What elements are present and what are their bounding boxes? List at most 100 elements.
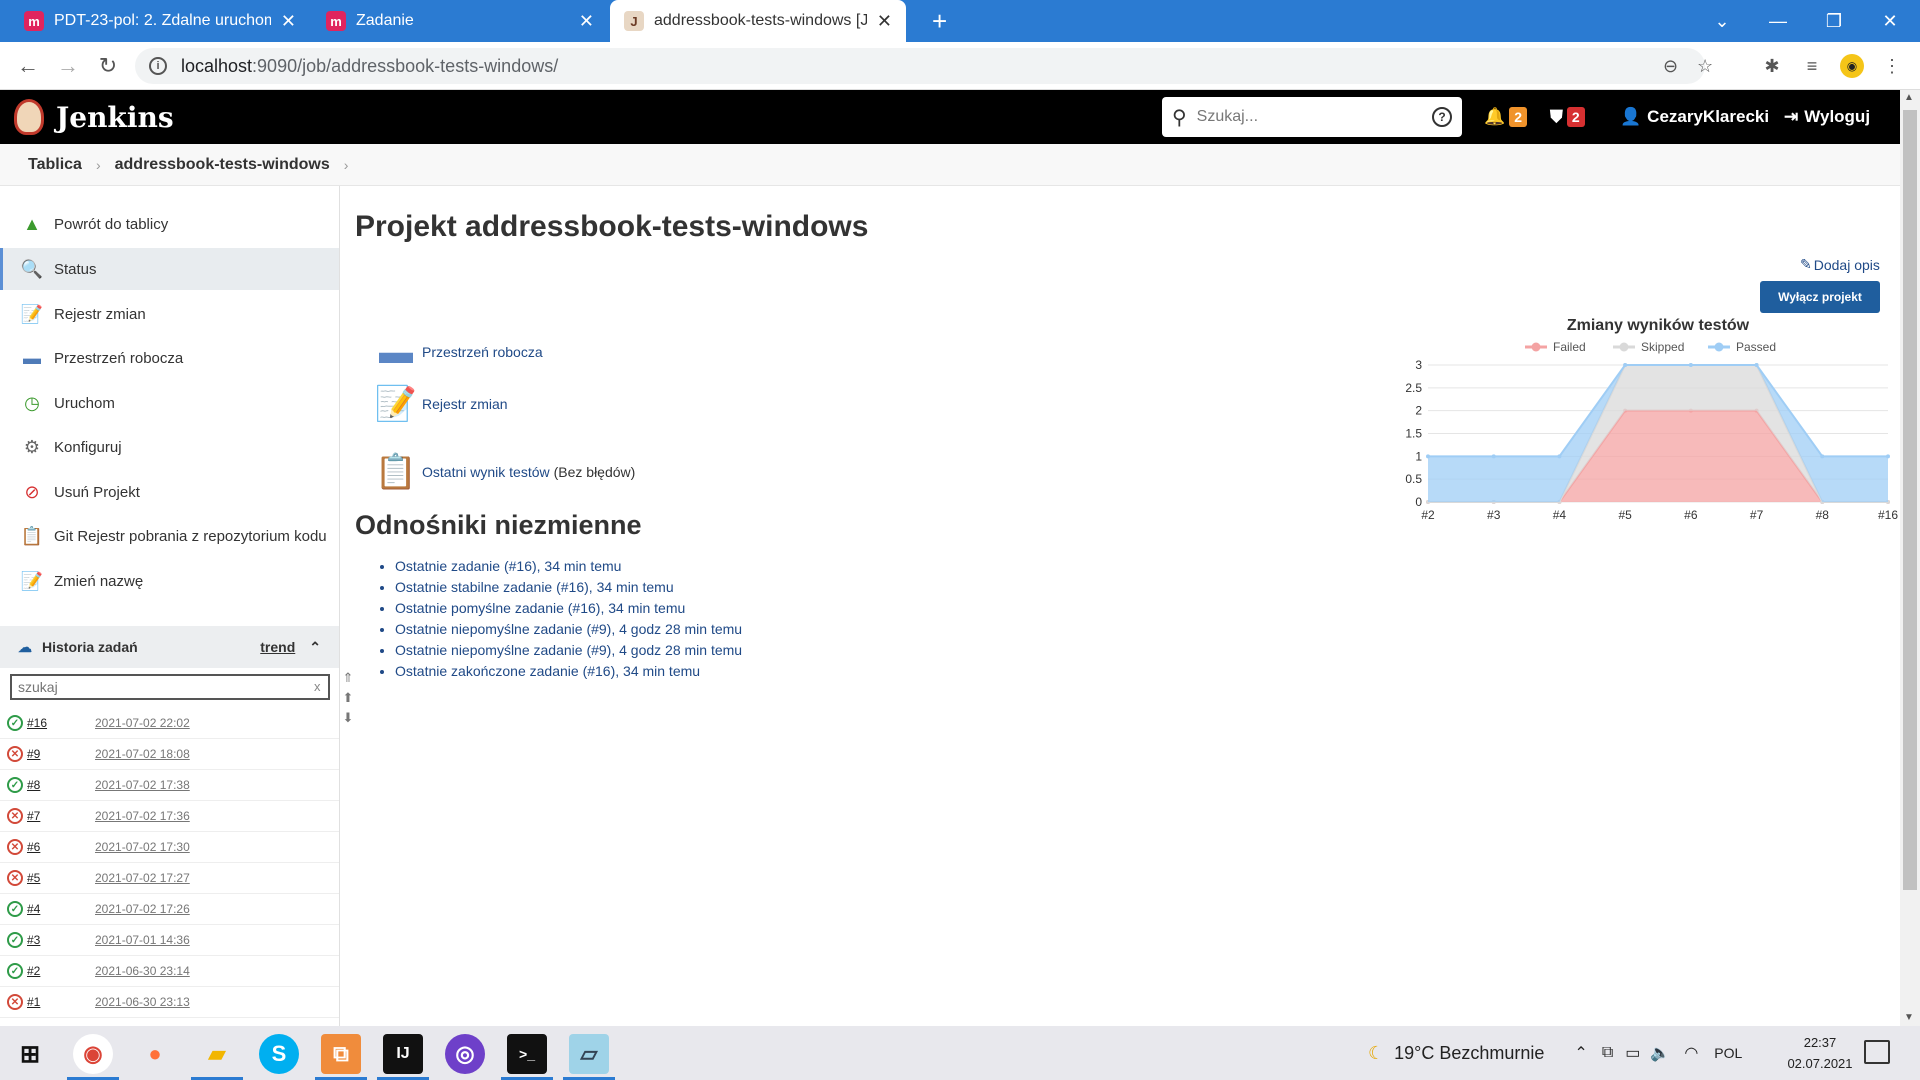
site-info-icon[interactable]: i: [149, 57, 167, 75]
build-date-link[interactable]: 2021-07-02 18:08: [95, 747, 190, 761]
url-field[interactable]: i localhost:9090/job/addressbook-tests-w…: [135, 48, 1713, 84]
permalink-last-build[interactable]: Ostatnie zadanie (#16), 34 min temu: [395, 556, 742, 577]
github-desktop-icon[interactable]: ◎: [445, 1034, 485, 1074]
scrollbar-thumb[interactable]: [1903, 110, 1917, 890]
build-date-link[interactable]: 2021-07-02 22:02: [95, 716, 190, 730]
point-passed[interactable]: [1623, 363, 1628, 367]
user-link[interactable]: 👤 CezaryKlarecki: [1620, 104, 1769, 130]
file-explorer-icon[interactable]: ▰: [197, 1034, 237, 1074]
windows-start-icon[interactable]: ⊞: [10, 1034, 50, 1074]
scroll-up-icon[interactable]: ⬆: [341, 688, 355, 708]
point-passed[interactable]: [1491, 454, 1496, 459]
task-build-now[interactable]: ◷ Uruchom: [0, 382, 339, 424]
changes-link[interactable]: 📝 Rejestr zmian: [374, 384, 508, 424]
build-number-link[interactable]: #4: [27, 902, 87, 916]
build-date-link[interactable]: 2021-06-30 23:14: [95, 964, 190, 978]
close-window-icon[interactable]: ✕: [1862, 0, 1918, 42]
build-history-search-input[interactable]: [10, 674, 330, 700]
point-passed[interactable]: [1820, 454, 1825, 459]
scroll-down-icon[interactable]: ⬇: [341, 708, 355, 728]
logout-link[interactable]: ⇥ Wyloguj: [1784, 104, 1870, 130]
reload-icon[interactable]: ↻: [94, 52, 122, 80]
forward-icon[interactable]: →: [54, 52, 82, 80]
restore-icon[interactable]: ❐: [1806, 0, 1862, 42]
browser-menu-icon[interactable]: ⋮: [1880, 54, 1904, 78]
build-row[interactable]: ✓ #2 2021-06-30 23:14: [0, 956, 339, 987]
task-workspace[interactable]: ▬ Przestrzeń robocza: [0, 337, 339, 379]
point-passed[interactable]: [1886, 454, 1890, 459]
build-row[interactable]: ✕ #7 2021-07-02 17:36: [0, 801, 339, 832]
jenkins-search-box[interactable]: ⚲ Szukaj... ?: [1162, 97, 1462, 137]
battery-icon[interactable]: ▭: [1625, 1043, 1640, 1063]
volume-icon[interactable]: 🔈: [1650, 1043, 1670, 1063]
close-tab-icon[interactable]: ✕: [877, 11, 892, 32]
build-number-link[interactable]: #5: [27, 871, 87, 885]
firefox-icon[interactable]: ●: [135, 1034, 175, 1074]
build-date-link[interactable]: 2021-07-02 17:36: [95, 809, 190, 823]
build-number-link[interactable]: #6: [27, 840, 87, 854]
skype-icon[interactable]: S: [259, 1034, 299, 1074]
security-button[interactable]: ⛊ 2: [1550, 104, 1585, 130]
trend-link[interactable]: trend: [260, 639, 295, 655]
legend-label-skipped[interactable]: Skipped: [1641, 340, 1684, 354]
browser-tab-2[interactable]: m Zadanie ✕: [312, 0, 608, 42]
extensions-icon[interactable]: ✱: [1760, 54, 1784, 78]
build-row[interactable]: ✕ #9 2021-07-02 18:08: [0, 739, 339, 770]
build-row[interactable]: ✕ #5 2021-07-02 17:27: [0, 863, 339, 894]
permalink-last-stable[interactable]: Ostatnie stabilne zadanie (#16), 34 min …: [395, 577, 742, 598]
task-rename[interactable]: 📝 Zmień nazwę: [0, 560, 339, 602]
legend-label-passed[interactable]: Passed: [1736, 340, 1776, 354]
draw-io-icon[interactable]: ⧉: [321, 1034, 361, 1074]
intellij-icon[interactable]: IJ: [383, 1034, 423, 1074]
build-row[interactable]: ✓ #4 2021-07-02 17:26: [0, 894, 339, 925]
weather-text[interactable]: 19°C Bezchmurnie: [1394, 1043, 1544, 1064]
build-row[interactable]: ✕ #6 2021-07-02 17:30: [0, 832, 339, 863]
build-row[interactable]: ✓ #8 2021-07-02 17:38: [0, 770, 339, 801]
new-tab-button[interactable]: +: [918, 0, 958, 42]
breadcrumb-job[interactable]: addressbook-tests-windows: [115, 156, 330, 174]
legend-label-failed[interactable]: Failed: [1553, 340, 1586, 354]
build-number-link[interactable]: #8: [27, 778, 87, 792]
build-number-link[interactable]: #9: [27, 747, 87, 761]
collapse-chevron-icon[interactable]: ⌃: [309, 639, 321, 656]
point-passed[interactable]: [1688, 363, 1693, 367]
task-back-to-dashboard[interactable]: ▲ Powrót do tablicy: [0, 203, 339, 245]
close-tab-icon[interactable]: ✕: [281, 11, 296, 32]
task-status[interactable]: 🔍 Status: [0, 248, 339, 290]
build-number-link[interactable]: #3: [27, 933, 87, 947]
tab-search-icon[interactable]: ⌄: [1694, 0, 1750, 42]
build-date-link[interactable]: 2021-07-02 17:38: [95, 778, 190, 792]
permalink-last-unsuccessful[interactable]: Ostatnie niepomyślne zadanie (#9), 4 god…: [395, 640, 742, 661]
input-language[interactable]: POL: [1714, 1045, 1742, 1061]
build-row[interactable]: ✕ #1 2021-06-30 23:13: [0, 987, 339, 1018]
help-icon[interactable]: ?: [1432, 107, 1452, 127]
page-scrollbar[interactable]: ▲ ▼: [1900, 90, 1920, 1026]
build-date-link[interactable]: 2021-06-30 23:13: [95, 995, 190, 1009]
zoom-icon[interactable]: ⊖: [1663, 48, 1678, 84]
task-changes[interactable]: 📝 Rejestr zmian: [0, 293, 339, 335]
chrome-icon[interactable]: ◉: [73, 1034, 113, 1074]
workspace-link[interactable]: ▬ Przestrzeń robocza: [374, 332, 543, 372]
browser-tab-3[interactable]: J addressbook-tests-windows [Jen ✕: [610, 0, 906, 42]
scroll-top-icon[interactable]: ⇑: [341, 668, 355, 688]
notes-app-icon[interactable]: ▱: [569, 1034, 609, 1074]
scroll-down-arrow-icon[interactable]: ▼: [1904, 1012, 1914, 1023]
point-passed[interactable]: [1754, 363, 1759, 367]
terminal-icon[interactable]: >_: [507, 1034, 547, 1074]
build-row[interactable]: ✓ #3 2021-07-01 14:36: [0, 925, 339, 956]
task-git-polling-log[interactable]: 📋 Git Rejestr pobrania z repozytorium ko…: [0, 515, 339, 557]
browser-tab-1[interactable]: m PDT-23-pol: 2. Zdalne uruchomie ✕: [10, 0, 310, 42]
permalink-last-successful[interactable]: Ostatnie pomyślne zadanie (#16), 34 min …: [395, 598, 742, 619]
task-configure[interactable]: ⚙ Konfiguruj: [0, 426, 339, 468]
meet-now-icon[interactable]: ⧉: [1602, 1044, 1613, 1062]
action-center-icon[interactable]: [1864, 1040, 1890, 1064]
build-date-link[interactable]: 2021-07-01 14:36: [95, 933, 190, 947]
scroll-up-arrow-icon[interactable]: ▲: [1904, 92, 1914, 103]
build-date-link[interactable]: 2021-07-02 17:26: [95, 902, 190, 916]
build-number-link[interactable]: #7: [27, 809, 87, 823]
build-row[interactable]: ✓ #16 2021-07-02 22:02: [0, 708, 339, 739]
clear-search-icon[interactable]: x: [314, 679, 321, 694]
notifications-button[interactable]: 🔔 2: [1484, 104, 1528, 130]
minimize-icon[interactable]: —: [1750, 0, 1806, 42]
point-passed[interactable]: [1557, 454, 1562, 459]
